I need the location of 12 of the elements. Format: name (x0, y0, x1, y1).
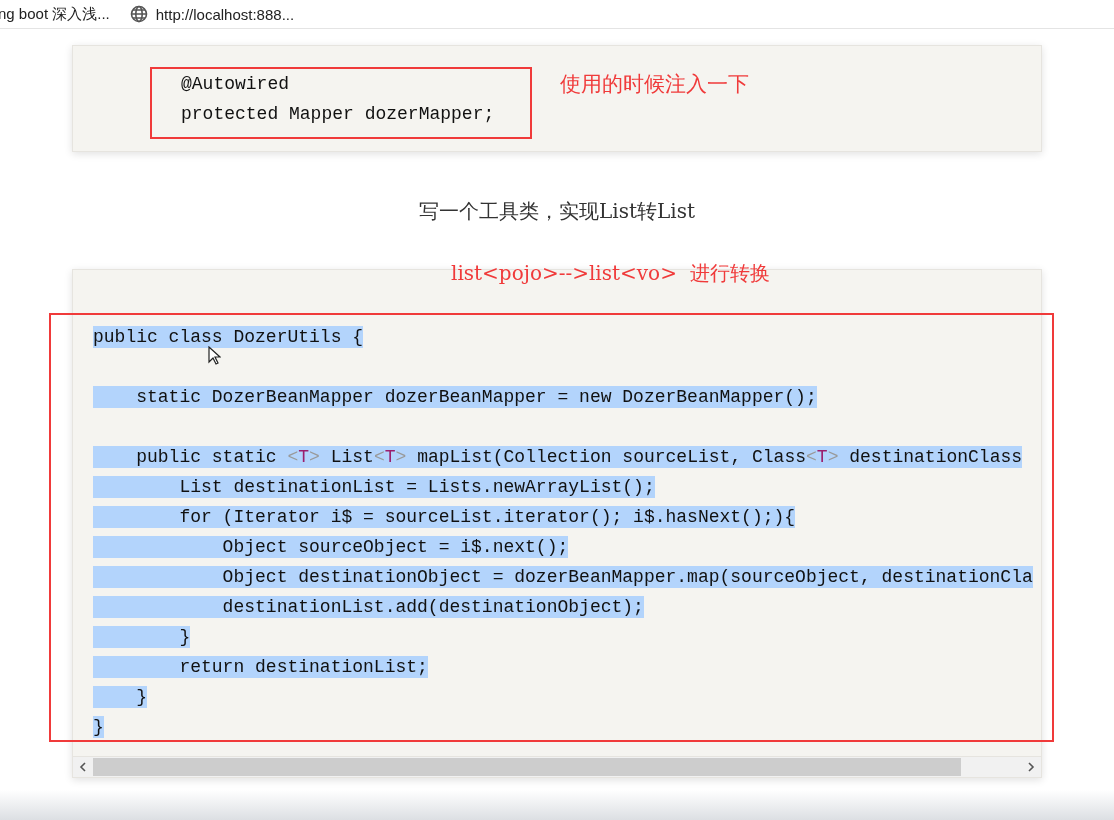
scrollbar-thumb[interactable] (93, 758, 961, 776)
globe-icon (129, 5, 148, 23)
annotation-note: list<pojo>-->list<vo> 进行转换 (451, 260, 770, 287)
annotation-note: 使用的时候注入一下 (560, 71, 749, 98)
chevron-right-icon (1027, 762, 1035, 772)
mouse-pointer-icon (208, 346, 221, 365)
horizontal-scrollbar[interactable] (73, 756, 1041, 777)
chevron-left-icon (79, 762, 87, 772)
code-line: @Autowired (181, 73, 290, 96)
caption-text: 写一个工具类，实现List转List (419, 198, 695, 225)
tab-title[interactable]: http://localhost:888... (155, 5, 295, 23)
code-line: protected Mapper dozerMapper; (181, 103, 495, 126)
